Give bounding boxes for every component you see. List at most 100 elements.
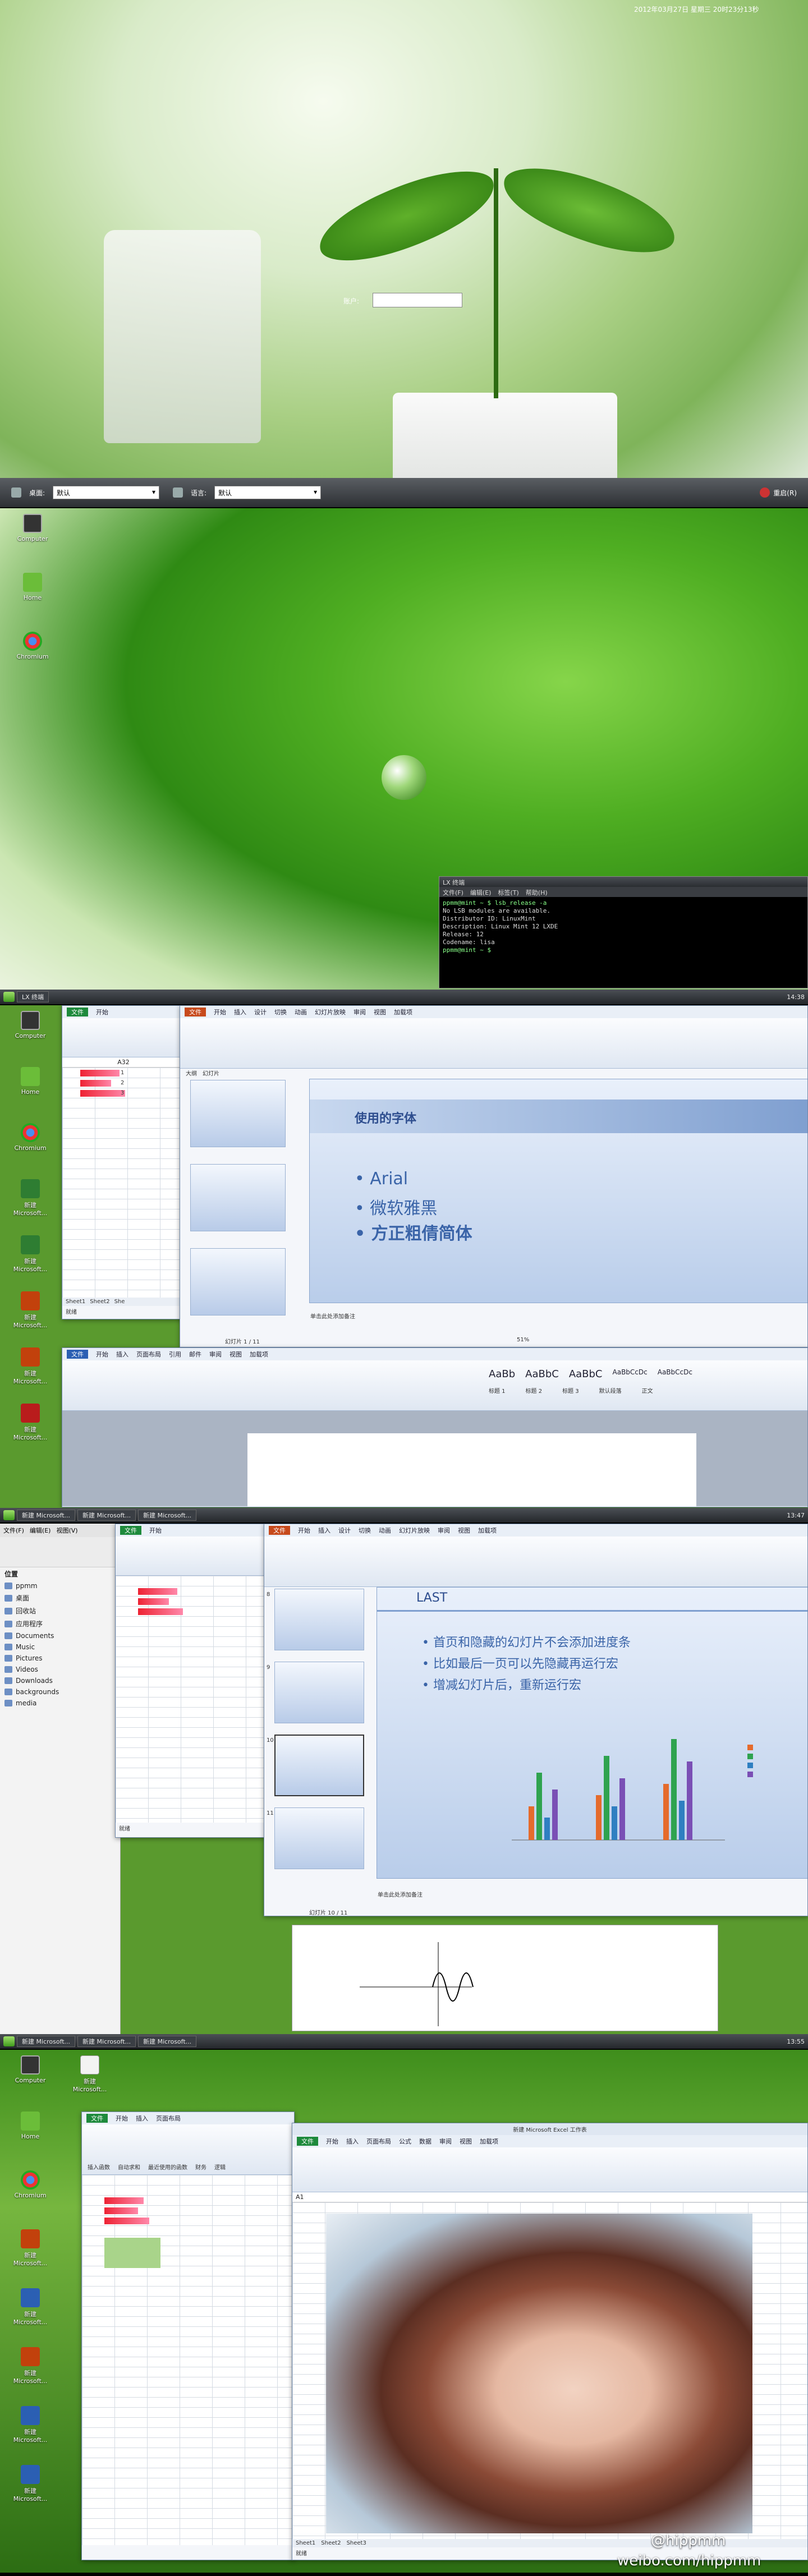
taskbar-item[interactable]: 新建 Microsoft... (17, 1510, 76, 1521)
restart-button[interactable]: 重启(R) (760, 487, 797, 498)
tab-home[interactable]: 开始 (96, 1008, 108, 1016)
slide-thumbnail[interactable] (190, 1164, 286, 1231)
slide-thumbnail[interactable] (190, 1080, 286, 1147)
desktop-icon-ms-file[interactable]: 新建 Microsoft... (67, 2055, 112, 2093)
tab-home[interactable]: 开始 (326, 2137, 338, 2146)
sheet-tab[interactable]: Sheet1 (66, 1299, 85, 1305)
desktop-icon-chromium[interactable]: Chromium (8, 1123, 53, 1152)
tab-addins[interactable]: 加载项 (394, 1008, 412, 1016)
slide-canvas[interactable]: 使用的字体 • Arial • 微软雅黑 • 方正粗倩简体 (309, 1079, 807, 1303)
desktop-icon-chromium[interactable]: Chromium (10, 632, 55, 660)
tab-home[interactable]: 开始 (149, 1526, 162, 1535)
financial-button[interactable]: 财务 (195, 2163, 206, 2171)
desktop-icon-ms-file[interactable]: 新建 Microsoft... (8, 2406, 53, 2444)
start-menu-button[interactable] (3, 1510, 15, 1520)
status-zoom[interactable]: 51% (517, 1337, 529, 1343)
tab-file[interactable]: 文件 (269, 1526, 290, 1535)
tab-file[interactable]: 文件 (67, 1350, 88, 1359)
place-item[interactable]: 应用程序 (0, 1617, 120, 1630)
desktop-icon-ms-file[interactable]: 新建 Microsoft... (8, 1235, 53, 1273)
place-item[interactable]: ppmm (0, 1580, 120, 1591)
tab-mailings[interactable]: 邮件 (189, 1350, 201, 1359)
slide-thumbnail[interactable] (274, 1589, 364, 1650)
desktop-icon-ms-file[interactable]: 新建 Microsoft... (8, 2465, 53, 2503)
place-item[interactable]: Pictures (0, 1653, 120, 1664)
place-item[interactable]: 回收站 (0, 1604, 120, 1617)
logical-button[interactable]: 逻辑 (214, 2163, 226, 2171)
style-normal[interactable]: AaBbCcDc (658, 1368, 692, 1380)
desktop-icon-computer[interactable]: Computer (10, 514, 55, 542)
menu-file[interactable]: 文件(F) (443, 888, 463, 896)
cell-reference[interactable]: A1 (292, 2192, 807, 2202)
tab-design[interactable]: 设计 (254, 1008, 267, 1016)
desktop-icon-ms-file[interactable]: 新建 Microsoft... (8, 1347, 53, 1385)
tab-file[interactable]: 文件 (120, 1526, 141, 1535)
taskbar-item[interactable]: 新建 Microsoft... (17, 2036, 76, 2047)
desktop-icon-computer[interactable]: Computer (8, 1011, 53, 1039)
tab-review[interactable]: 审阅 (209, 1350, 222, 1359)
tab-insert[interactable]: 插入 (136, 2114, 148, 2123)
tab-design[interactable]: 设计 (338, 1526, 351, 1535)
tab-insert[interactable]: 插入 (234, 1008, 246, 1016)
excel-window-left[interactable]: 文件 开始 插入 页面布局 插入函数 自动求和 最近使用的函数 财务 逻辑 (81, 2112, 295, 2560)
tab-page-layout[interactable]: 页面布局 (136, 1350, 161, 1359)
slide-bullet[interactable]: • 微软雅黑 (355, 1194, 437, 1219)
powerpoint-window[interactable]: 文件 开始 插入 设计 切换 动画 幻灯片放映 审阅 视图 加载项 大纲 幻灯片… (180, 1005, 808, 1347)
excel-window-small[interactable]: 文件 开始 A32 1 2 3 Sheet1 Sheet2 She 就绪 (62, 1005, 185, 1319)
sheet-tab[interactable]: Sheet2 (90, 1299, 109, 1305)
slide-thumbnail-selected[interactable] (274, 1735, 364, 1796)
recent-functions-button[interactable]: 最近使用的函数 (148, 2163, 187, 2171)
sheet-tab[interactable]: Sheet1 (296, 2540, 315, 2546)
slide-bullet[interactable]: • Arial (355, 1169, 408, 1189)
taskbar-item[interactable]: 新建 Microsoft... (77, 1510, 136, 1521)
slide-bullet[interactable]: • 方正粗倩简体 (355, 1220, 472, 1244)
desktop-icon-ms-file[interactable]: 新建 Microsoft... (8, 2347, 53, 2385)
panel-tab-slides[interactable]: 幻灯片 (203, 1069, 219, 1077)
cell-reference[interactable]: A32 (62, 1057, 185, 1068)
tab-slideshow[interactable]: 幻灯片放映 (315, 1008, 346, 1016)
tab-view[interactable]: 视图 (374, 1008, 386, 1016)
slide-thumbnail[interactable] (274, 1662, 364, 1723)
tab-home[interactable]: 开始 (116, 2114, 128, 2123)
tab-insert[interactable]: 插入 (116, 1350, 128, 1359)
desktop-icon-ms-file[interactable]: 新建 Microsoft... (8, 1179, 53, 1217)
menu-help[interactable]: 帮助(H) (526, 888, 548, 896)
notes-pane[interactable]: 单击此处添加备注 (378, 1890, 423, 1898)
place-item[interactable]: Documents (0, 1630, 120, 1641)
tab-view[interactable]: 视图 (229, 1350, 242, 1359)
tab-page-layout[interactable]: 页面布局 (366, 2137, 391, 2146)
ppt-ribbon[interactable] (180, 1018, 807, 1069)
desktop-select[interactable]: 默认 ▾ (53, 486, 160, 499)
tab-data[interactable]: 数据 (419, 2137, 431, 2146)
style-heading1[interactable]: AaBb (489, 1368, 515, 1380)
style-heading2[interactable]: AaBbC (525, 1368, 559, 1380)
tab-review[interactable]: 审阅 (439, 2137, 452, 2146)
notes-pane[interactable]: 单击此处添加备注 (310, 1312, 355, 1320)
tab-review[interactable]: 审阅 (438, 1526, 450, 1535)
desktop-icon-ms-file[interactable]: 新建 Microsoft... (8, 2288, 53, 2326)
taskbar-item[interactable]: 新建 Microsoft... (138, 1510, 197, 1521)
tab-addins[interactable]: 加载项 (480, 2137, 498, 2146)
tab-formulas[interactable]: 公式 (399, 2137, 411, 2146)
tab-file[interactable]: 文件 (185, 1008, 206, 1016)
place-item[interactable]: 桌面 (0, 1591, 120, 1604)
desktop-icon-ms-file[interactable]: 新建 Microsoft... (8, 1404, 53, 1441)
desktop-icon-ms-file[interactable]: 新建 Microsoft... (8, 1291, 53, 1329)
menu-edit[interactable]: 编辑(E) (470, 888, 492, 896)
user-input[interactable] (373, 293, 462, 307)
ppt-ribbon[interactable] (264, 1537, 807, 1587)
tab-slideshow[interactable]: 幻灯片放映 (399, 1526, 430, 1535)
start-menu-button[interactable] (3, 992, 15, 1002)
slide-bullet[interactable]: • 增减幻灯片后，重新运行宏 (422, 1675, 581, 1693)
menu-tabs[interactable]: 标签(T) (498, 888, 518, 896)
word-ribbon[interactable]: AaBb AaBbC AaBbC AaBbCcDc AaBbCcDc 标题 1 … (62, 1360, 807, 1411)
tab-file[interactable]: 文件 (86, 2114, 108, 2123)
tab-home[interactable]: 开始 (298, 1526, 310, 1535)
slide-bar-chart[interactable] (489, 1694, 804, 1857)
excel-ribbon[interactable] (116, 1537, 266, 1576)
place-item[interactable]: backgrounds (0, 1686, 120, 1698)
excel-grid[interactable] (116, 1576, 266, 1823)
taskbar-item[interactable]: 新建 Microsoft... (138, 2036, 197, 2047)
slide-title[interactable]: LAST (416, 1591, 447, 1605)
style-default-para[interactable]: AaBbCcDc (613, 1368, 648, 1380)
